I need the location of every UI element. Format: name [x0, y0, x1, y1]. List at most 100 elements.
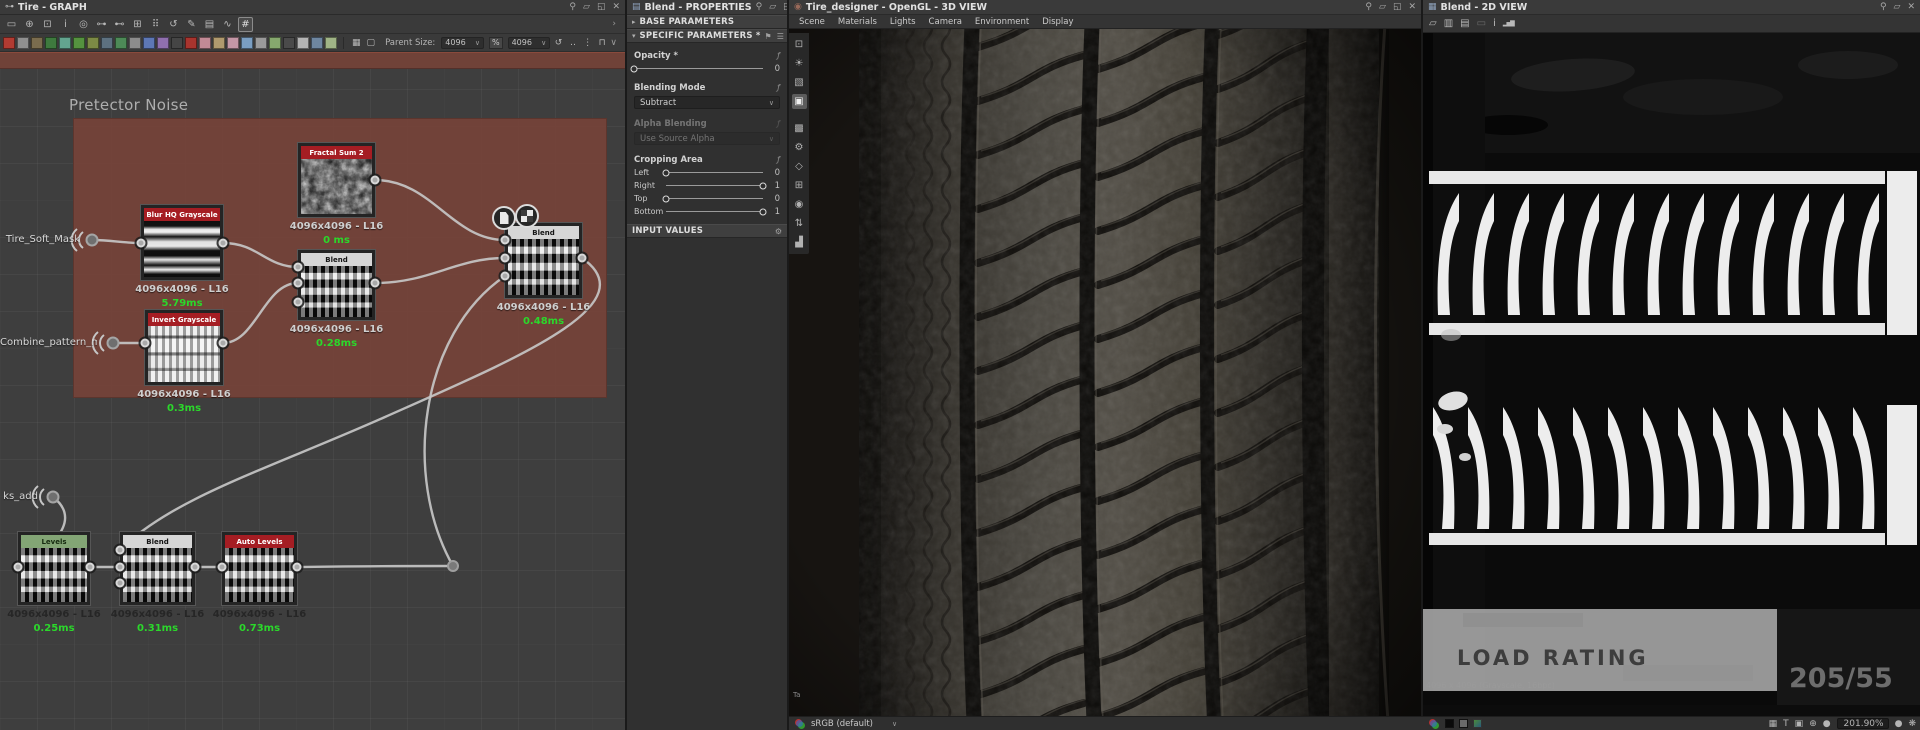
node-shortcut-swatch[interactable]: [143, 36, 155, 49]
graph-node-blur[interactable]: Blur HQ Grayscale: [140, 204, 224, 281]
uv-grid-icon[interactable]: ⊞: [792, 178, 807, 193]
axis-icon[interactable]: ⇅: [792, 216, 807, 231]
node-shortcut-swatch[interactable]: [311, 36, 323, 49]
node-port[interactable]: [500, 253, 510, 263]
edit-icon[interactable]: ✎: [184, 17, 199, 32]
function-icon[interactable]: ƒ: [777, 51, 780, 60]
node-shortcut-swatch[interactable]: [87, 36, 99, 49]
node-shortcut-swatch[interactable]: [101, 36, 113, 49]
node-port[interactable]: [293, 278, 303, 288]
wave-icon[interactable]: ∿: [220, 17, 235, 32]
float-icon[interactable]: ▱: [1894, 2, 1901, 12]
tiling-icon[interactable]: T: [1783, 719, 1789, 729]
node-shortcut-swatch[interactable]: [241, 36, 253, 49]
view3d-viewport[interactable]: ⊡ ☀ ▧ ▣ ▩ ⚙ ◇ ⊞ ◉ ⇅ ▟ Ta: [789, 29, 1423, 716]
sun-light-icon[interactable]: ☀: [792, 56, 807, 71]
channels-icon[interactable]: [1429, 718, 1440, 729]
background-gray-swatch[interactable]: [1459, 719, 1468, 728]
node-port[interactable]: [293, 297, 303, 307]
menu-scene[interactable]: Scene: [799, 17, 825, 27]
node-shortcut-swatch[interactable]: [269, 36, 281, 49]
graph-node-invert[interactable]: Invert Grayscale: [144, 309, 224, 386]
background-image-swatch[interactable]: [1473, 719, 1482, 728]
base-parameters-header[interactable]: ▸ BASE PARAMETERS: [627, 15, 787, 29]
close-icon[interactable]: ✕: [1907, 2, 1915, 12]
frame-icon[interactable]: ▢: [365, 35, 378, 50]
settings-gear-icon[interactable]: ⚙: [792, 140, 807, 155]
blending-mode-dropdown[interactable]: Subtract ∨: [634, 96, 780, 109]
node-port[interactable]: [577, 253, 587, 263]
float-icon[interactable]: ▱: [1379, 2, 1386, 12]
rotate-view-icon[interactable]: ↺: [166, 17, 181, 32]
node-shortcut-swatch[interactable]: [59, 36, 71, 49]
input-connector-dot-tire_soft_mask[interactable]: [85, 233, 99, 247]
node-port[interactable]: [500, 271, 510, 281]
camera-icon[interactable]: ⊡: [792, 37, 807, 52]
crop-slider[interactable]: [662, 195, 763, 202]
pin-icon[interactable]: ⚲: [1880, 2, 1887, 12]
node-shortcut-swatch[interactable]: [297, 36, 309, 49]
grid-display-icon[interactable]: #: [238, 16, 253, 32]
graph-node-blend_right[interactable]: Blend: [504, 222, 583, 299]
node-port[interactable]: [140, 338, 150, 348]
node-port[interactable]: [218, 338, 228, 348]
node-port[interactable]: [85, 562, 95, 572]
close-icon[interactable]: ✕: [1408, 2, 1416, 12]
node-shortcut-swatch[interactable]: [115, 36, 127, 49]
menu-environment[interactable]: Environment: [975, 17, 1029, 27]
fit-view-icon[interactable]: ▣: [1795, 719, 1804, 729]
vertical-dots-icon[interactable]: ⋮: [581, 35, 594, 50]
graph-node-blend_mid[interactable]: Blend: [297, 249, 376, 321]
marquee-select-icon[interactable]: ▭: [4, 17, 19, 32]
node-shortcut-swatch[interactable]: [171, 36, 183, 49]
toolbar-overflow-icon[interactable]: ›: [612, 19, 621, 29]
node-port[interactable]: [500, 235, 510, 245]
node-port[interactable]: [218, 238, 228, 248]
function-icon[interactable]: ƒ: [777, 155, 780, 164]
node-shortcut-swatch[interactable]: [199, 36, 211, 49]
graph-node-fractal[interactable]: Fractal Sum 2: [297, 142, 376, 218]
node-port[interactable]: [190, 562, 200, 572]
viewport-tag-icon[interactable]: Ta: [793, 691, 800, 699]
menu-camera[interactable]: Camera: [929, 17, 962, 27]
node-shortcut-swatch[interactable]: [255, 36, 267, 49]
parent-size-width-select[interactable]: 4096 ∨: [441, 36, 484, 49]
copy-icon[interactable]: ▱: [1429, 18, 1437, 29]
node-port[interactable]: [217, 562, 227, 572]
node-shortcut-swatch[interactable]: [45, 36, 57, 49]
node-shortcut-swatch[interactable]: [185, 36, 197, 49]
pin-icon[interactable]: ⚲: [756, 2, 763, 12]
specific-parameters-header[interactable]: ▾ SPECIFIC PARAMETERS * ⚑ ☰: [627, 29, 787, 43]
node-shortcut-swatch[interactable]: [31, 36, 43, 49]
maximize-icon[interactable]: ◱: [1393, 2, 1402, 12]
opacity-slider[interactable]: [630, 65, 763, 72]
link-cut-icon[interactable]: ⊶: [94, 17, 109, 32]
node-shortcut-swatch[interactable]: [157, 36, 169, 49]
node-port[interactable]: [115, 545, 125, 555]
menu-materials[interactable]: Materials: [838, 17, 877, 27]
comment-icon[interactable]: ▦: [350, 35, 363, 50]
histogram-icon[interactable]: ▂▅▇: [1503, 20, 1515, 27]
pin-icon[interactable]: ⚲: [1365, 2, 1372, 12]
background-black-swatch[interactable]: [1445, 719, 1454, 728]
node-port[interactable]: [293, 262, 303, 272]
search-icon[interactable]: ◎: [76, 17, 91, 32]
grid-icon[interactable]: ▦: [1769, 719, 1778, 729]
toolbar-overflow-icon[interactable]: ∨: [610, 38, 622, 48]
input-connector-dot-combine_pattern_mask[interactable]: [106, 336, 120, 350]
node-shortcut-swatch[interactable]: [129, 36, 141, 49]
graph-node-blend_bot[interactable]: Blend: [119, 531, 196, 606]
node-shortcut-swatch[interactable]: [325, 36, 337, 49]
close-icon[interactable]: ✕: [612, 2, 620, 12]
node-port[interactable]: [292, 562, 302, 572]
menu-display[interactable]: Display: [1042, 17, 1073, 27]
dots-icon[interactable]: ⠿: [148, 17, 163, 32]
pan-hand-icon[interactable]: ❋: [1908, 719, 1916, 729]
node-shortcut-swatch[interactable]: [213, 36, 225, 49]
crop-slider[interactable]: [662, 169, 763, 176]
node-shortcut-swatch[interactable]: [283, 36, 295, 49]
geometry-icon[interactable]: ◇: [792, 159, 807, 174]
environment-icon[interactable]: ▧: [792, 75, 807, 90]
function-icon[interactable]: ƒ: [777, 83, 780, 92]
crop-slider[interactable]: [666, 182, 767, 189]
